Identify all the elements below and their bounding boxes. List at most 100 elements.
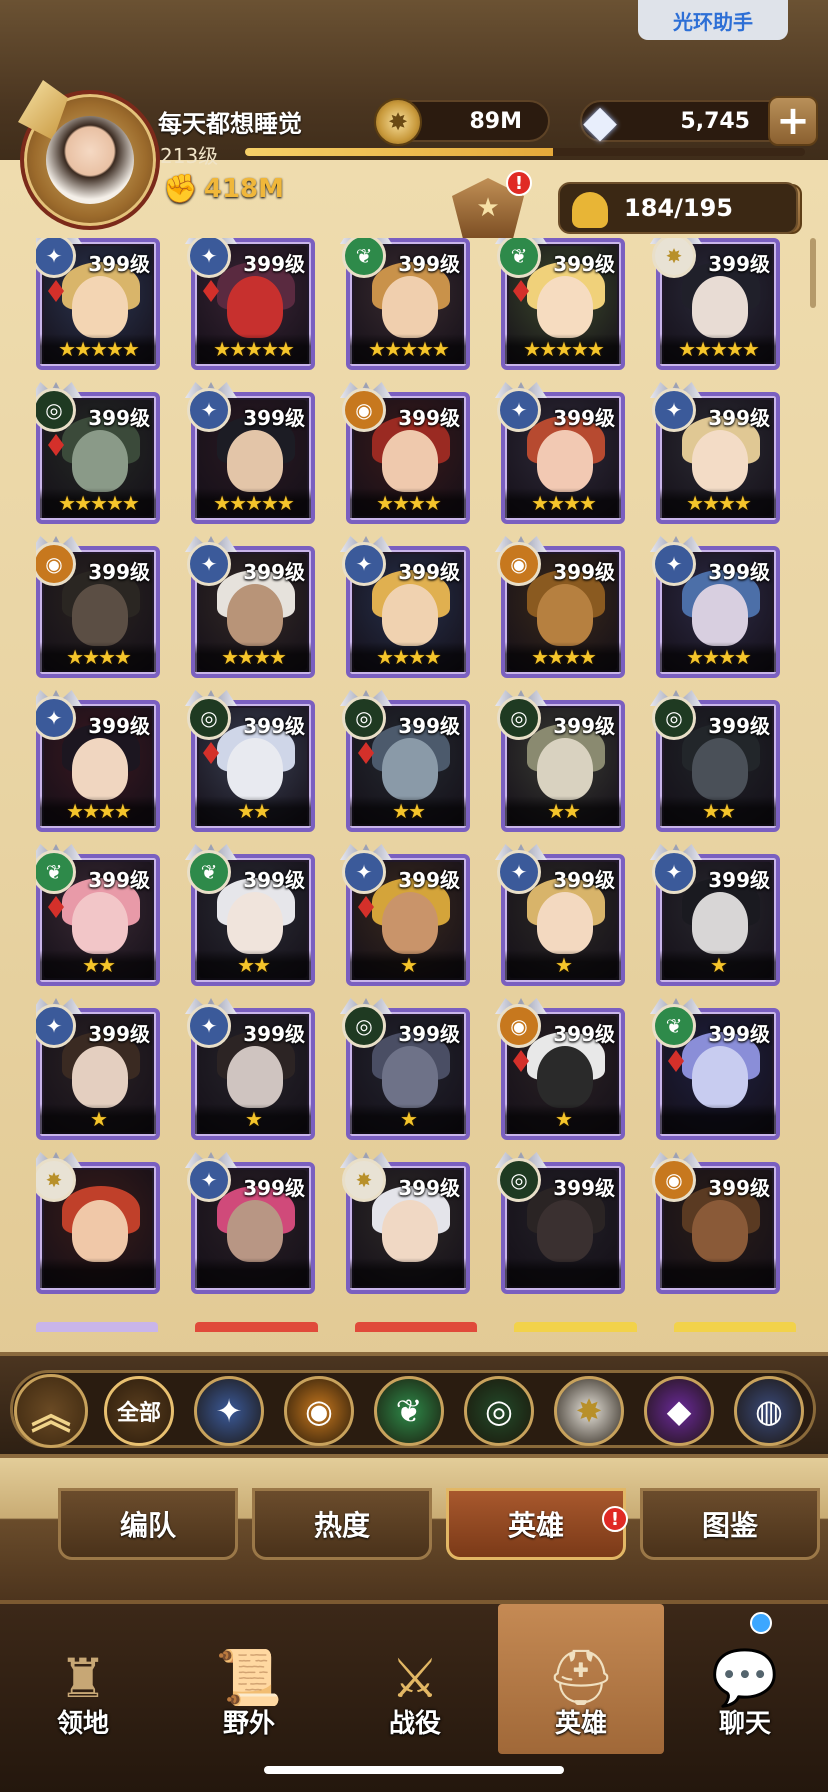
filter-hypogean-icon[interactable]: ◆ xyxy=(644,1376,714,1446)
hero-card[interactable]: ◎ 399级 ★ xyxy=(340,998,470,1140)
nav-campaign-label: 战役 xyxy=(388,1709,441,1739)
hero-stars: ★ xyxy=(40,1104,156,1134)
nav-wild[interactable]: 📜 野外 xyxy=(166,1604,332,1754)
hero-card-partial[interactable] xyxy=(195,1322,318,1332)
nav-chat-label: 聊天 xyxy=(718,1709,771,1739)
hero-face xyxy=(692,892,748,954)
hero-card[interactable]: ◎ 399级 ★★ xyxy=(185,690,315,832)
filter-dimensional-icon[interactable]: ◍ xyxy=(734,1376,804,1446)
hero-card[interactable]: ◎ 399级 xyxy=(495,1152,625,1294)
hero-face xyxy=(227,892,283,954)
hero-card-partial[interactable] xyxy=(36,1322,159,1332)
hero-grid-next-row xyxy=(36,1322,797,1332)
filter-lightbearer-icon[interactable]: ✦ xyxy=(194,1376,264,1446)
hero-card[interactable]: ✸ 399级 ★★★★★ xyxy=(650,238,780,370)
hero-card[interactable]: ✦ 399级 ★★★★ xyxy=(36,690,160,832)
hero-card-partial[interactable] xyxy=(354,1322,478,1332)
hero-card[interactable]: ◉ 399级 xyxy=(650,1152,780,1294)
hero-card[interactable]: ✸ xyxy=(36,1152,160,1294)
hero-stars xyxy=(660,1104,776,1134)
hero-card[interactable]: ✦ 399级 xyxy=(185,1152,315,1294)
hero-card[interactable]: ◎ 399级 ★★★★★ xyxy=(36,382,160,524)
hero-card[interactable]: ✦ 399级 ★ xyxy=(495,844,625,986)
hero-face xyxy=(537,430,593,492)
hero-card[interactable]: ✦ 399级 ★ xyxy=(36,998,160,1140)
nav-campaign[interactable]: ⚔ 战役 xyxy=(332,1604,498,1754)
hero-card[interactable]: ✦ 399级 ★★★★ xyxy=(185,536,315,678)
hero-card[interactable]: ◎ 399级 ★★ xyxy=(495,690,625,832)
hero-card[interactable]: ✦ 399级 ★★★★ xyxy=(650,536,780,678)
hero-card[interactable]: ◉ 399级 ★★★★ xyxy=(495,536,625,678)
hero-card[interactable]: ◉ 399级 ★★★★ xyxy=(340,382,470,524)
hero-card[interactable]: ✦ 399级 ★★★★★ xyxy=(185,238,315,370)
hero-card[interactable]: ✦ 399级 ★★★★ xyxy=(340,536,470,678)
halo-assistant-button[interactable]: 光环助手 xyxy=(638,0,788,40)
hero-level: 399级 xyxy=(243,252,305,276)
hero-card-partial[interactable] xyxy=(673,1322,797,1332)
hero-rank-button[interactable]: ★ ! xyxy=(448,170,532,242)
nav-territory[interactable]: ♜ 领地 xyxy=(0,1604,166,1754)
hero-face xyxy=(227,1046,283,1108)
scrollbar[interactable] xyxy=(810,238,816,308)
hero-card[interactable]: ❦ 399级 ★★ xyxy=(185,844,315,986)
hero-card[interactable]: ❦ 399级 ★★★★★ xyxy=(495,238,625,370)
hero-card[interactable]: ◎ 399级 ★★ xyxy=(650,690,780,832)
hero-card[interactable]: ✦ 399级 ★★★★★ xyxy=(36,238,160,370)
hero-face xyxy=(227,430,283,492)
hero-card-partial[interactable] xyxy=(514,1322,637,1332)
filter-all-button[interactable]: 全部 xyxy=(104,1376,174,1446)
tab-popularity[interactable]: 热度 xyxy=(252,1488,432,1560)
hero-card[interactable]: ✦ 399级 ★★★★ xyxy=(495,382,625,524)
hero-face xyxy=(72,738,128,800)
hero-face xyxy=(72,430,128,492)
home-indicator[interactable] xyxy=(264,1766,564,1774)
tab-codex[interactable]: 图鉴 xyxy=(640,1488,820,1560)
filter-celestial-icon[interactable]: ✸ xyxy=(554,1376,624,1446)
person-icon xyxy=(572,192,608,228)
hero-card[interactable]: ◎ 399级 ★★ xyxy=(340,690,470,832)
tab-heroes[interactable]: 英雄 xyxy=(446,1488,626,1560)
hero-card[interactable]: ✸ 399级 xyxy=(340,1152,470,1294)
hero-stars: ★ xyxy=(195,1104,311,1134)
hero-stars: ★★★★ xyxy=(505,642,621,672)
hero-card[interactable]: ✦ 399级 ★★★★★ xyxy=(185,382,315,524)
hero-card[interactable]: ❦ 399级 xyxy=(650,998,780,1140)
filter-mauler-icon[interactable]: ◉ xyxy=(284,1376,354,1446)
xp-bar-fill xyxy=(245,148,553,156)
hero-card[interactable]: ✦ 399级 ★ xyxy=(185,998,315,1140)
hero-card[interactable]: ❦ 399级 ★★ xyxy=(36,844,160,986)
hero-card[interactable]: ✦ 399级 ★ xyxy=(340,844,470,986)
tab-formation[interactable]: 编队 xyxy=(58,1488,238,1560)
combat-power: ✊ 418M xyxy=(163,172,284,205)
hero-face xyxy=(227,584,283,646)
add-diamonds-button[interactable]: + xyxy=(768,96,818,146)
hero-stars: ★★ xyxy=(505,796,621,826)
hero-card[interactable]: ✦ 399级 ★★★★ xyxy=(650,382,780,524)
hero-card[interactable]: ✦ 399级 ★ xyxy=(650,844,780,986)
hero-stars: ★★★★ xyxy=(660,488,776,518)
hero-level: 399级 xyxy=(708,868,770,892)
hero-grid: ✦ 399级 ★★★★★ ✦ 399级 ★★★★★ ❦ 399级 ★★★★★ ❦ 399级 ★★★★★… xyxy=(36,238,796,1328)
filter-wilder-icon[interactable]: ❦ xyxy=(374,1376,444,1446)
lightbearer-faction-icon: ✦ xyxy=(187,542,231,586)
nav-heroes-label: 英雄 xyxy=(554,1709,607,1739)
diamond-value: 5,745 xyxy=(680,108,750,134)
hero-face xyxy=(537,1046,593,1108)
hero-card[interactable]: ◉ 399级 ★★★★ xyxy=(36,536,160,678)
graveborn-faction-icon: ◎ xyxy=(652,696,696,740)
filter-graveborn-icon[interactable]: ◎ xyxy=(464,1376,534,1446)
hero-card[interactable]: ❦ 399级 ★★★★★ xyxy=(340,238,470,370)
collapse-chevron-icon[interactable]: ︽ xyxy=(14,1374,88,1448)
hero-level: 399级 xyxy=(553,868,615,892)
nav-heroes[interactable]: ⛑ 英雄 xyxy=(498,1604,664,1754)
hero-level: 399级 xyxy=(88,252,150,276)
player-avatar[interactable] xyxy=(18,80,160,230)
hero-face xyxy=(382,738,438,800)
graveborn-faction-icon: ◎ xyxy=(187,696,231,740)
hero-stars: ★ xyxy=(350,950,466,980)
hero-card[interactable]: ◉ 399级 ★ xyxy=(495,998,625,1140)
nav-chat[interactable]: 💬 聊天 xyxy=(662,1604,828,1754)
hero-level: 399级 xyxy=(88,560,150,584)
nav-territory-label: 领地 xyxy=(56,1709,109,1739)
hero-face xyxy=(227,276,283,338)
